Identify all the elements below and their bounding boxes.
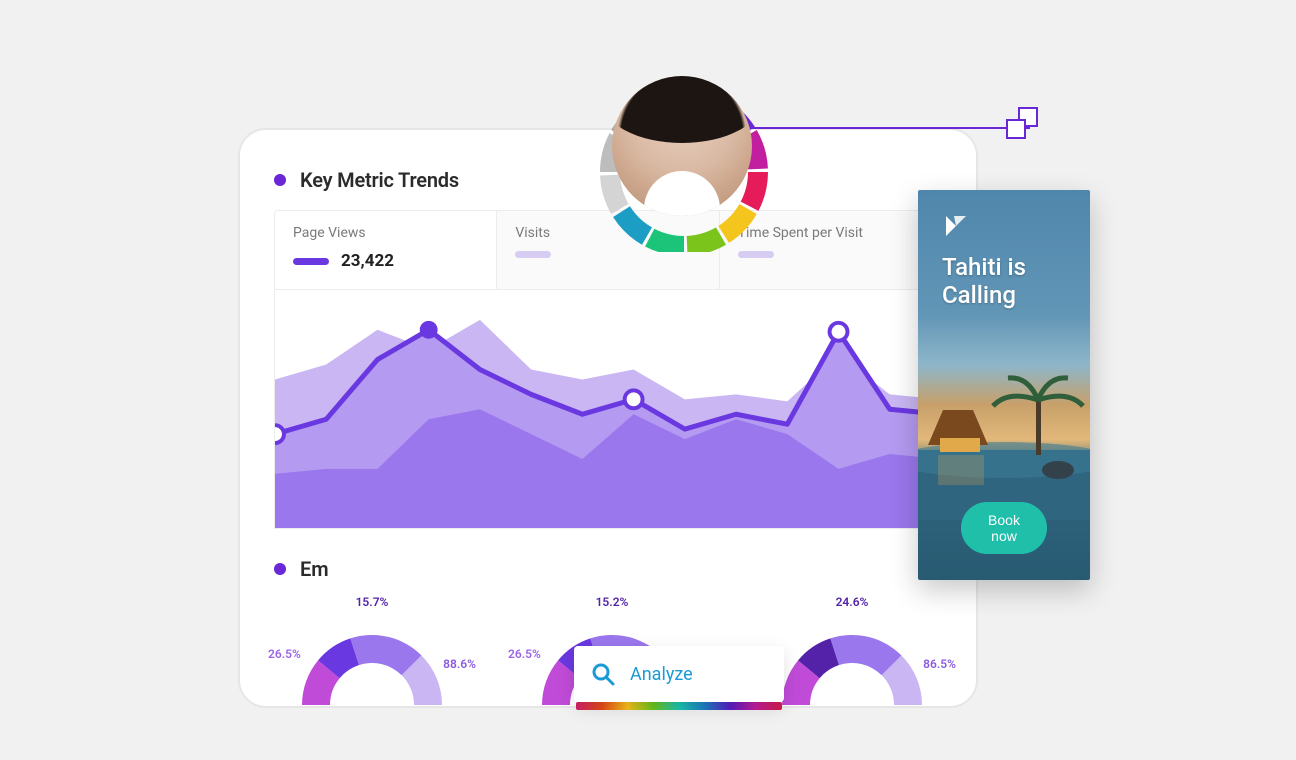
donut-label-left: 26.5% — [268, 647, 301, 661]
metric-value: 23,422 — [341, 251, 394, 271]
donut-chart-3: 24.6% 27.5% 86.5% — [762, 595, 942, 708]
analyze-label: Analyze — [630, 664, 693, 685]
ad-title-line2: Calling — [942, 281, 1016, 309]
donut-label-left: 26.5% — [508, 647, 541, 661]
donut-chart-1: 15.7% 26.5% 88.6% — [282, 595, 462, 708]
ad-title: Tahiti is Calling — [942, 254, 1070, 309]
metric-label: Page Views — [293, 225, 478, 241]
metric-bar-icon — [515, 251, 551, 258]
ad-cta-button[interactable]: Book now — [961, 502, 1047, 554]
rainbow-strip-icon — [576, 702, 782, 710]
donut-label-top: 15.2% — [596, 595, 629, 609]
section-dot-icon — [274, 174, 286, 186]
section2-header: Em — [274, 557, 942, 581]
donut-label-right: 86.5% — [923, 657, 956, 671]
metric-bar-icon — [293, 258, 329, 265]
metric-bar-icon — [738, 251, 774, 258]
section-dot-icon — [274, 563, 286, 575]
donut-label-top: 24.6% — [836, 595, 869, 609]
crop-handles-icon — [1006, 107, 1046, 147]
ad-creative-card: Tahiti is Calling Book now — [918, 190, 1090, 580]
ad-scene-illustration — [918, 360, 1090, 520]
avatar-photo — [612, 76, 752, 216]
donut-label-right: 88.6% — [443, 657, 476, 671]
ad-logo-icon — [942, 212, 970, 240]
trends-chart — [274, 289, 942, 529]
ad-title-line1: Tahiti is — [942, 253, 1026, 281]
metric-tab-page-views[interactable]: Page Views 23,422 — [275, 211, 497, 289]
donut-label-top: 15.7% — [356, 595, 389, 609]
persona-avatar — [594, 72, 774, 252]
analyze-card[interactable]: Analyze — [574, 646, 784, 702]
section2-title: Em — [300, 557, 329, 581]
search-icon — [590, 661, 616, 687]
section1-title: Key Metric Trends — [300, 168, 459, 192]
